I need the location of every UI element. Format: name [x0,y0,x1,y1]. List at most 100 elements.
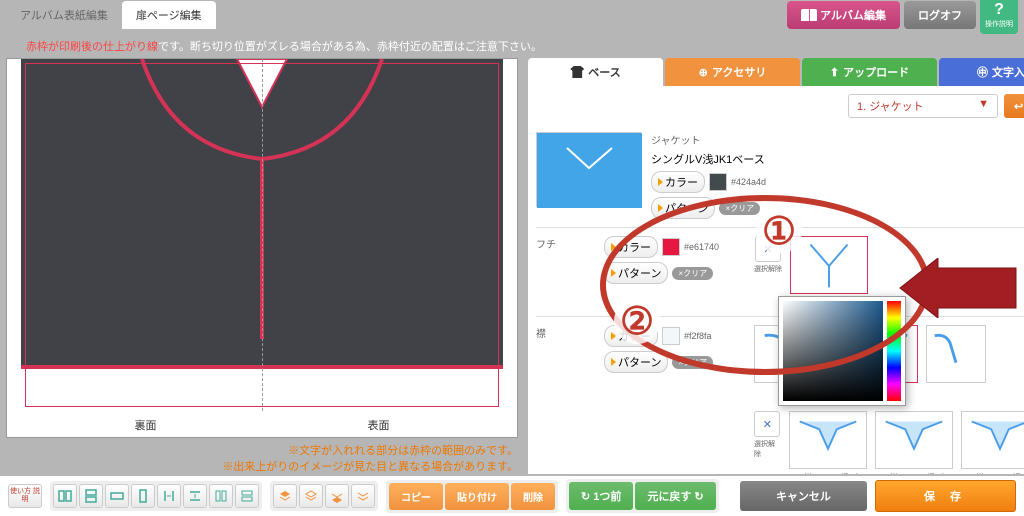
delete-button[interactable]: 削除 [511,483,555,510]
eri-clear-button[interactable]: ×クリア [672,356,713,369]
color-picker-popup[interactable] [778,296,906,406]
align-btn-4[interactable] [131,484,155,508]
help-label: 操作説明 [985,19,1013,29]
arrow-icon [611,269,616,277]
tab-upload[interactable]: ⬆アップロード [802,58,937,86]
eri-option-partial[interactable] [926,325,986,383]
fuchi-label: フチ [536,236,594,251]
jacket-pattern-button[interactable]: パターン [651,197,715,219]
fuchi-props: カラー #e61740 パターン ×クリア [604,236,744,284]
tab-page-edit[interactable]: 扉ページ編集 [122,1,216,29]
jacket-sublabel: ジャケット [651,132,791,147]
top-tabs: アルバム表紙編集 扉ページ編集 [6,1,216,29]
jacket-color-swatch[interactable] [709,173,727,191]
help-icon: ? [994,1,1004,19]
color-label: カラー [618,328,651,344]
undo-label: 1つ前 [593,488,621,504]
align-btn-8[interactable] [235,484,259,508]
canvas[interactable]: 裏面 表面 [6,58,518,438]
chevron-down-icon: ▼ [978,98,989,114]
undo-arrow-icon: ↩ [1014,101,1023,113]
eri-label: 襟 [536,325,594,340]
fuchi-hex: #e61740 [684,242,719,252]
jacket-props: ジャケット シングルV浅JK1ベース カラー #424a4d パターン ×クリア [651,132,791,219]
eri-opt5-label: JK襟2ライン細3本 [967,472,1024,474]
picker-hue[interactable] [887,301,901,401]
eri-hex: #f2f8fa [684,331,712,341]
align-group [50,481,262,511]
jacket-select[interactable]: 1. ジャケット ▼ [848,94,998,118]
arrow-icon [611,358,616,366]
back-button[interactable]: ↩もどる [1004,94,1024,118]
fuchi-pattern-button[interactable]: パターン [604,262,668,284]
warning-text: です。断ち切り位置がズレる場合がある為、赤枠付近の配置はご注意下さい。 [158,41,542,53]
note1: ※文字が入れれる部分は赤枠の範囲のみです。 [6,442,518,458]
eri-pattern-button[interactable]: パターン [604,351,668,373]
panel-top-controls: 1. ジャケット ▼ ↩もどる [536,94,1024,118]
jacket-clear-button[interactable]: ×クリア [719,202,760,215]
eri-option-4[interactable]: JK襟2ライン細2本 [875,411,953,474]
layer-btn-1[interactable] [273,484,297,508]
eri-color-button[interactable]: カラー [604,325,658,347]
jacket-thumbnail[interactable] [536,132,641,207]
layer-btn-4[interactable] [351,484,375,508]
jacket-name: シングルV浅JK1ベース [651,151,791,167]
fuchi-color-button[interactable]: カラー [604,236,658,258]
copy-button[interactable]: コピー [389,483,443,510]
guide-button[interactable]: 使い方 説明 [8,484,42,508]
eri-option-3[interactable]: JK襟2ライン細1本 [789,411,867,474]
align-btn-6[interactable] [183,484,207,508]
eri-opt3-label: JK襟2ライン細1本 [795,472,861,474]
align-btn-5[interactable] [157,484,181,508]
cancel-button[interactable]: キャンセル [740,481,867,511]
redo-icon: ↻ [694,490,703,503]
jacket-select-label: 1. ジャケット [857,98,924,114]
eri-props: カラー #f2f8fa パターン ×クリア [604,325,744,373]
album-edit-button[interactable]: アルバム編集 [787,1,900,29]
shirt-icon [570,66,584,78]
align-btn-1[interactable] [53,484,77,508]
picker-saturation[interactable] [783,301,883,401]
eri-opt4-label: JK襟2ライン細2本 [881,472,947,474]
eri-deselect-label: 選択解除 [754,439,781,459]
print-guide [25,63,499,407]
tab-upload-label: アップロード [843,64,909,80]
undo-button[interactable]: ↻1つ前 [569,482,633,510]
fuchi-color-swatch[interactable] [662,238,680,256]
help-button[interactable]: ? 操作説明 [980,0,1018,34]
align-btn-3[interactable] [105,484,129,508]
paste-button[interactable]: 貼り付け [445,483,509,510]
panel-tabs: ベース ⊕アクセサリ ⬆アップロード ㊥文字入力 [528,58,1024,86]
arrow-icon [611,243,616,251]
fuchi-deselect[interactable]: ✕ [755,236,781,262]
eri-deselect[interactable]: ✕ [754,411,780,437]
jacket-color-button[interactable]: カラー [651,171,705,193]
tab-accessory[interactable]: ⊕アクセサリ [665,58,800,86]
pattern-label: パターン [618,354,661,370]
main-area: 赤枠が印刷後の仕上がり線です。断ち切り位置がズレる場合がある為、赤枠付近の配置は… [0,30,1024,476]
tab-base[interactable]: ベース [528,58,663,86]
fuchi-clear-button[interactable]: ×クリア [672,267,713,280]
panel-body: 1. ジャケット ▼ ↩もどる ジャケット シングルV浅JK1ベース カラー [528,86,1024,474]
color-label: カラー [618,239,651,255]
tab-text[interactable]: ㊥文字入力 [939,58,1024,86]
jacket-hex: #424a4d [731,177,766,187]
logoff-button[interactable]: ログオフ [904,1,976,29]
arrow-icon [658,178,663,186]
canvas-area: 裏面 表面 ※文字が入れれる部分は赤枠の範囲のみです。 ※出来上がりのイメージが… [6,58,518,474]
layer-btn-2[interactable] [299,484,323,508]
align-btn-7[interactable] [209,484,233,508]
tab-cover-edit[interactable]: アルバム表紙編集 [6,1,122,29]
eri-color-swatch[interactable] [662,327,680,345]
arrow-icon [611,332,616,340]
pattern-label: パターン [618,265,661,281]
top-right: アルバム編集 ログオフ ? 操作説明 [787,0,1018,34]
fuchi-deselect-label: 選択解除 [754,264,782,274]
book-icon [801,9,817,21]
eri-option-5[interactable]: JK襟2ライン細3本 [961,411,1024,474]
align-btn-2[interactable] [79,484,103,508]
redo-button[interactable]: 元に戻す↻ [635,482,715,510]
layer-btn-3[interactable] [325,484,349,508]
text-icon: ㊥ [977,64,988,80]
save-button[interactable]: 保 存 [875,480,1016,512]
